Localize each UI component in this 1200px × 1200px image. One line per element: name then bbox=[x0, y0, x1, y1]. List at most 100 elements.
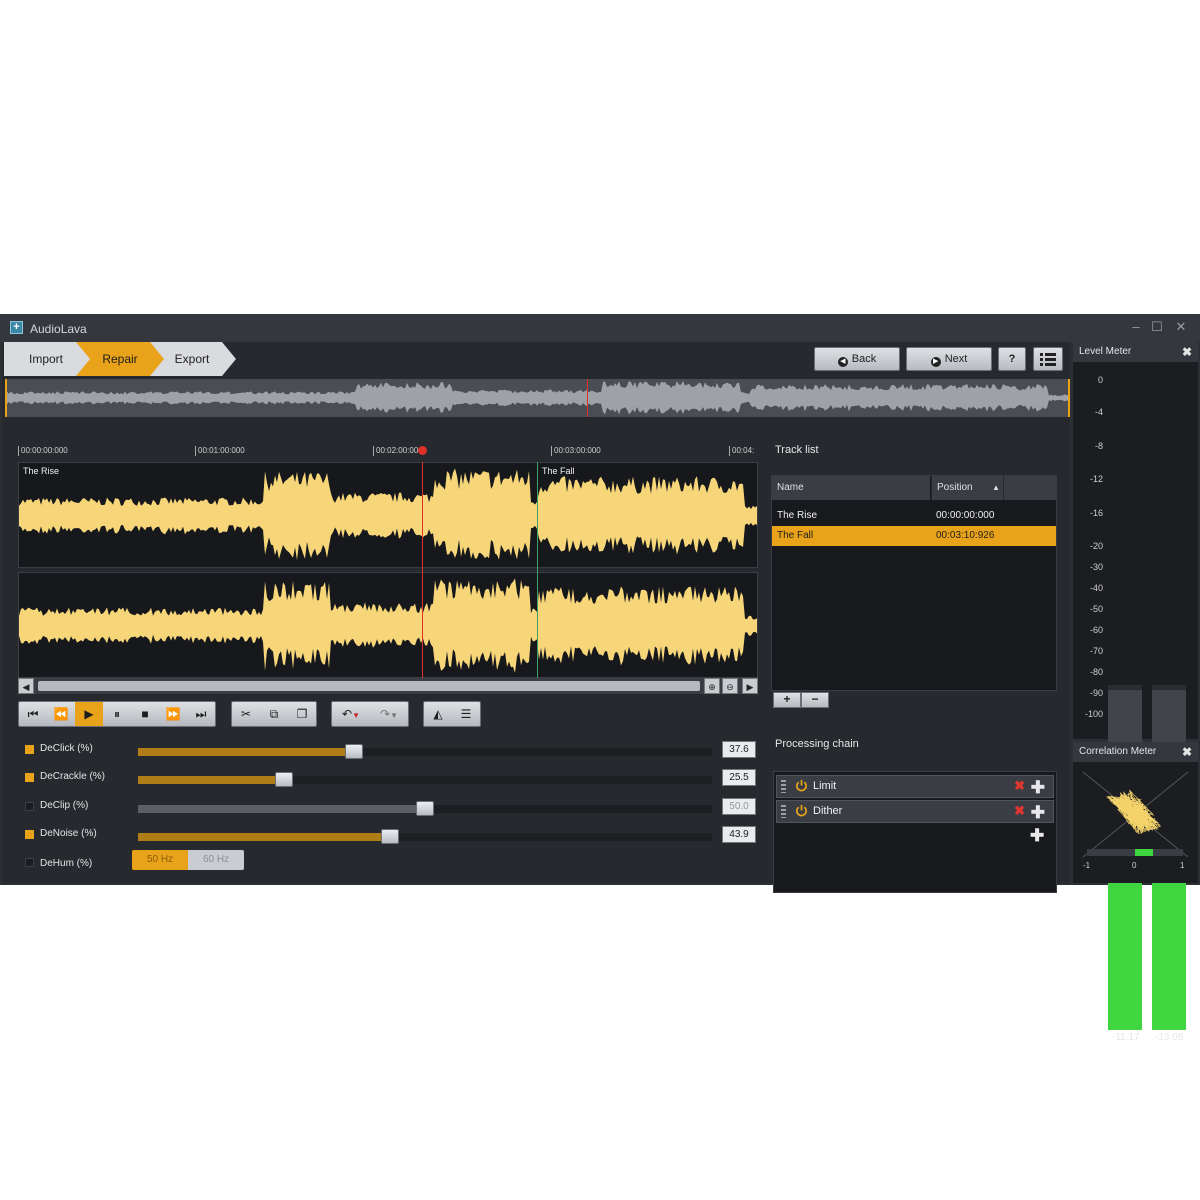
declick-checkbox[interactable] bbox=[25, 745, 34, 754]
decrackle-slider[interactable] bbox=[138, 772, 712, 787]
declick-slider[interactable] bbox=[138, 744, 712, 759]
maximize-button[interactable]: ☐ bbox=[1149, 319, 1165, 335]
skip-to-end-button[interactable]: ⏭ bbox=[187, 702, 215, 726]
scroll-right-button[interactable]: ▶ bbox=[742, 678, 758, 694]
table-row[interactable]: The Rise 00:00:00:000 bbox=[772, 506, 1056, 526]
back-button[interactable]: ◀ Back bbox=[814, 347, 900, 371]
declick-slider-handle[interactable] bbox=[345, 744, 363, 759]
waveform-channel-right[interactable] bbox=[18, 572, 758, 678]
denoise-slider[interactable] bbox=[138, 829, 712, 844]
ruler-tick: 00:03:00:000 bbox=[551, 446, 601, 456]
skip-end-icon: ⏭ bbox=[195, 707, 207, 721]
power-icon[interactable] bbox=[795, 779, 808, 792]
drag-handle-icon[interactable] bbox=[781, 805, 786, 818]
denoise-slider-handle[interactable] bbox=[381, 829, 399, 844]
overview-waveform[interactable] bbox=[5, 379, 1070, 417]
history-controls: ↶▼ ↷▼ bbox=[331, 701, 409, 727]
step-repair-label: Repair bbox=[102, 352, 138, 366]
level-scale-label: -40 bbox=[1089, 583, 1103, 593]
transport-controls: ⏮ ⏪ ▶ ⏸ ■ ⏩ ⏭ bbox=[18, 701, 216, 727]
zoom-in-button[interactable]: ⊕ bbox=[704, 678, 720, 694]
remove-track-button[interactable]: − bbox=[801, 692, 829, 708]
overview-end-marker[interactable] bbox=[1068, 379, 1070, 417]
add-track-button[interactable]: + bbox=[773, 692, 801, 708]
chain-item-limit[interactable]: Limit ✖ ✚ bbox=[776, 775, 1054, 798]
markers-list-button[interactable]: ☰ bbox=[452, 702, 480, 726]
drag-handle-icon[interactable] bbox=[781, 780, 786, 793]
level-left-readout: -11.17 bbox=[1112, 1032, 1140, 1043]
remove-effect-icon[interactable]: ✖ bbox=[1014, 803, 1025, 819]
time-ruler[interactable]: 00:00:00:000 00:01:00:000 00:02:00:00 00… bbox=[18, 446, 760, 462]
step-export[interactable]: Export bbox=[150, 342, 236, 376]
paste-icon: ❐ bbox=[296, 707, 308, 721]
zoom-out-button[interactable]: ⊖ bbox=[722, 678, 738, 694]
denoise-value[interactable]: 43.9 bbox=[722, 826, 756, 843]
dehum-checkbox[interactable] bbox=[25, 858, 34, 867]
list-view-button[interactable] bbox=[1033, 347, 1063, 371]
waveform-scrollbar[interactable]: ◀ ⊕ ⊖ ▶ bbox=[18, 678, 758, 694]
spectrum-icon: ◭ bbox=[433, 707, 443, 721]
ruler-tick: 00:02:00:00 bbox=[373, 446, 418, 456]
decrackle-value[interactable]: 25.5 bbox=[722, 769, 756, 786]
table-row-selected[interactable]: The Fall 00:03:10:926 bbox=[772, 526, 1056, 546]
level-scale-label: -50 bbox=[1089, 604, 1103, 614]
decrackle-slider-handle[interactable] bbox=[275, 772, 293, 787]
copy-button[interactable]: ⧉ bbox=[260, 702, 288, 726]
back-arrow-icon: ◀ bbox=[837, 357, 848, 367]
decrackle-checkbox[interactable] bbox=[25, 773, 34, 782]
declip-slider-handle[interactable] bbox=[416, 801, 434, 816]
level-meter-title: Level Meter bbox=[1079, 346, 1132, 357]
dehum-60hz-option[interactable]: 60 Hz bbox=[188, 850, 244, 870]
correlation-bar bbox=[1087, 849, 1183, 856]
add-effect-icon[interactable]: ✚ bbox=[1031, 779, 1045, 796]
declip-checkbox[interactable] bbox=[25, 802, 34, 811]
pause-button[interactable]: ⏸ bbox=[103, 702, 131, 726]
processing-chain-title: Processing chain bbox=[775, 738, 859, 750]
track-name: The Rise bbox=[777, 510, 818, 521]
processing-chain-list: Limit ✖ ✚ Dither ✖ ✚ ✚ bbox=[773, 771, 1057, 893]
redo-button[interactable]: ↷▼ bbox=[370, 702, 408, 726]
close-button[interactable]: ✕ bbox=[1173, 319, 1189, 335]
declip-value[interactable]: 50.0 bbox=[722, 798, 756, 815]
overview-start-marker[interactable] bbox=[5, 379, 7, 417]
power-icon[interactable] bbox=[795, 804, 808, 817]
stop-button[interactable]: ■ bbox=[131, 702, 159, 726]
close-panel-icon[interactable]: ✖ bbox=[1182, 742, 1192, 762]
paste-button[interactable]: ❐ bbox=[288, 702, 316, 726]
remove-effect-icon[interactable]: ✖ bbox=[1014, 778, 1025, 794]
next-button[interactable]: ▶ Next bbox=[906, 347, 992, 371]
undo-button[interactable]: ↶▼ bbox=[332, 702, 370, 726]
stop-icon: ■ bbox=[141, 707, 149, 721]
dehum-50hz-option[interactable]: 50 Hz bbox=[132, 850, 188, 870]
edit-controls: ✂ ⧉ ❐ bbox=[231, 701, 317, 727]
param-declick: DeClick (%) 37.6 bbox=[22, 740, 762, 760]
level-scale-label: -30 bbox=[1089, 562, 1103, 572]
fast-forward-button[interactable]: ⏩ bbox=[159, 702, 187, 726]
cut-button[interactable]: ✂ bbox=[232, 702, 260, 726]
track-boundary-marker[interactable] bbox=[537, 462, 538, 678]
add-effect-icon[interactable]: ✚ bbox=[1030, 827, 1044, 844]
ruler-tick: 00:04: bbox=[729, 446, 754, 456]
playhead-handle[interactable] bbox=[418, 446, 427, 455]
rewind-button[interactable]: ⏪ bbox=[47, 702, 75, 726]
redo-dropdown-icon: ▼ bbox=[390, 711, 398, 720]
declick-value[interactable]: 37.6 bbox=[722, 741, 756, 758]
play-button[interactable]: ▶ bbox=[75, 702, 103, 726]
minimize-button[interactable]: – bbox=[1128, 319, 1144, 334]
next-arrow-icon: ▶ bbox=[930, 357, 941, 367]
close-panel-icon[interactable]: ✖ bbox=[1182, 342, 1192, 362]
chain-item-dither[interactable]: Dither ✖ ✚ bbox=[776, 800, 1054, 823]
spectrum-view-button[interactable]: ◭ bbox=[424, 702, 452, 726]
scrollbar-thumb[interactable] bbox=[38, 681, 700, 691]
tracklist-header-name[interactable]: Name bbox=[772, 476, 930, 500]
scroll-left-button[interactable]: ◀ bbox=[18, 678, 34, 694]
waveform-channel-left[interactable]: The Rise The Fall bbox=[18, 462, 758, 568]
add-effect-icon[interactable]: ✚ bbox=[1031, 804, 1045, 821]
declip-slider[interactable] bbox=[138, 801, 712, 816]
help-button[interactable]: ? bbox=[998, 347, 1026, 371]
skip-to-start-button[interactable]: ⏮ bbox=[19, 702, 47, 726]
level-scale-label: -100 bbox=[1084, 709, 1103, 719]
declip-label: DeClip (%) bbox=[40, 800, 89, 811]
sort-header-cell[interactable]: ▲ bbox=[992, 476, 1056, 500]
denoise-checkbox[interactable] bbox=[25, 830, 34, 839]
